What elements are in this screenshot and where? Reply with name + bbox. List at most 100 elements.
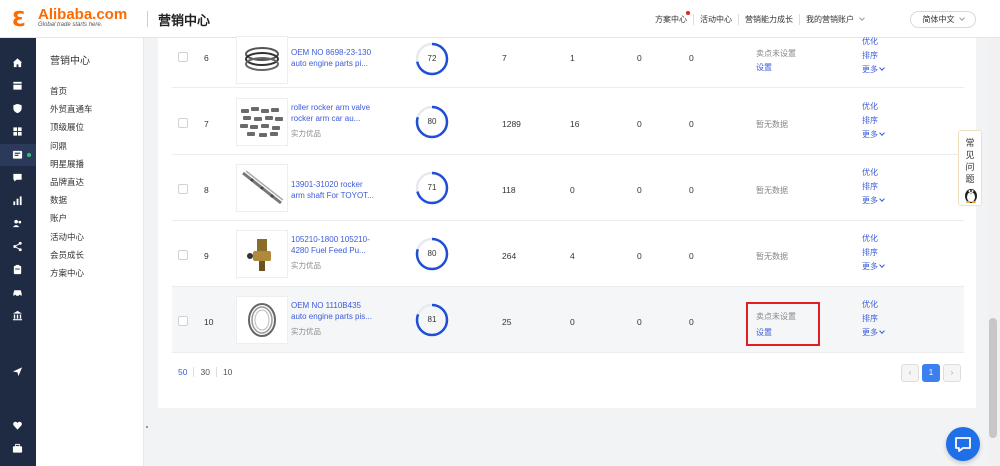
shield-icon[interactable] (12, 103, 23, 114)
row-checkbox[interactable] (178, 250, 188, 260)
bank-icon[interactable] (12, 310, 23, 321)
strength-badge: 实力优品 (291, 261, 321, 270)
sort-link[interactable]: 排序 (862, 49, 884, 63)
more-dropdown[interactable]: 更多 (862, 194, 885, 208)
product-title-link[interactable]: roller rocker arm valve rocker arm car a… (291, 102, 375, 124)
chevron-down-icon (879, 130, 885, 136)
optimize-link[interactable]: 优化 (862, 166, 884, 180)
product-thumbnail[interactable] (236, 164, 288, 212)
next-page-button[interactable]: › (943, 364, 961, 382)
selling-point-status: 暂无数据 (756, 186, 788, 195)
cell-value: 0 (689, 53, 694, 63)
chat-support-button[interactable] (946, 427, 980, 461)
cell-value: 118 (502, 185, 516, 195)
more-dropdown[interactable]: 更多 (862, 63, 885, 77)
cell-value: 7 (502, 53, 507, 63)
logo-mark-icon: Ɛ (12, 6, 26, 31)
sort-link[interactable]: 排序 (862, 180, 884, 194)
optimize-link[interactable]: 优化 (862, 232, 884, 246)
logo-tagline: Global trade starts here. (38, 22, 103, 28)
prev-page-button[interactable]: ‹ (901, 364, 919, 382)
sort-link[interactable]: 排序 (862, 312, 884, 326)
cell-value: 0 (689, 185, 694, 195)
selling-point-status: 暂无数据 (756, 252, 788, 261)
product-title-link[interactable]: 13901-31020 rocker arm shaft For TOYOT..… (291, 179, 375, 201)
menu-item-member-growth[interactable]: 会员成长 (50, 246, 93, 264)
menu-item-home[interactable]: 首页 (50, 82, 93, 100)
cell-value: 4 (570, 251, 575, 261)
menu-item-wending[interactable]: 问鼎 (50, 137, 93, 155)
share-icon[interactable] (12, 241, 23, 252)
row-index: 6 (204, 53, 209, 63)
send-icon[interactable] (12, 366, 23, 377)
product-thumbnail[interactable] (236, 36, 288, 84)
cell-value: 264 (502, 251, 517, 261)
product-thumbnail[interactable] (236, 296, 288, 344)
cell-value: 0 (637, 185, 642, 195)
page-size-option[interactable]: 30 (193, 367, 215, 377)
menu-item-account[interactable]: 账户 (50, 209, 93, 227)
product-title-link[interactable]: 105210-1800 105210-4280 Fuel Feed Pu... (291, 234, 375, 256)
heart-icon[interactable] (12, 420, 23, 431)
row-actions: 优化 排序 更多 (862, 35, 885, 77)
briefcase-icon[interactable] (12, 443, 23, 454)
more-dropdown[interactable]: 更多 (862, 326, 885, 340)
side-menu: 营销中心 首页 外贸直通车 顶级展位 问鼎 明星展播 品牌直达 数据 账户 活动… (36, 38, 144, 466)
table-row: 7 roller rocker arm valve rocker arm car… (172, 89, 964, 155)
menu-item-p4p[interactable]: 外贸直通车 (50, 100, 93, 118)
optimize-link[interactable]: 优化 (862, 298, 884, 312)
row-checkbox[interactable] (178, 52, 188, 62)
store-icon[interactable] (12, 80, 23, 91)
menu-item-activity-center[interactable]: 活动中心 (50, 228, 93, 246)
cell-value: 0 (689, 119, 694, 129)
row-index: 10 (204, 317, 214, 327)
home-icon[interactable] (12, 57, 23, 68)
faq-widget[interactable]: 常见问题 (958, 130, 982, 206)
scrollbar-thumb[interactable] (989, 318, 997, 438)
faq-label: 常见问题 (965, 138, 975, 184)
sort-link[interactable]: 排序 (862, 114, 884, 128)
quality-score-ring: 80 (415, 105, 449, 139)
chat-icon[interactable] (12, 172, 23, 183)
menu-item-data[interactable]: 数据 (50, 191, 93, 209)
set-selling-point-link[interactable]: 设置 (756, 327, 772, 338)
grid-icon[interactable] (12, 126, 23, 137)
menu-item-solution-center[interactable]: 方案中心 (50, 264, 93, 282)
menu-item-brand-direct[interactable]: 品牌直达 (50, 173, 93, 191)
product-title-link[interactable]: OEM NO 8698-23-130 auto engine parts pi.… (291, 47, 375, 69)
car-icon[interactable] (12, 287, 23, 298)
set-selling-point-link[interactable]: 设置 (756, 62, 772, 73)
row-checkbox[interactable] (178, 316, 188, 326)
row-index: 7 (204, 119, 209, 129)
page-size-option[interactable]: 50 (178, 367, 193, 377)
sort-link[interactable]: 排序 (862, 246, 884, 260)
row-checkbox[interactable] (178, 118, 188, 128)
chart-icon[interactable] (12, 195, 23, 206)
alibaba-logo[interactable]: Ɛ Alibaba.com Global trade starts here. (12, 6, 127, 31)
menu-item-star-showcase[interactable]: 明星展播 (50, 155, 93, 173)
product-title-link[interactable]: OEM NO 1110B435 auto engine parts pis... (291, 300, 375, 322)
users-icon[interactable] (12, 218, 23, 229)
cell-value: 1 (570, 53, 575, 63)
more-dropdown[interactable]: 更多 (862, 260, 885, 274)
icon-rail (0, 38, 36, 466)
strength-badge: 实力优品 (291, 129, 321, 138)
product-thumbnail[interactable] (236, 230, 288, 278)
row-checkbox[interactable] (178, 184, 188, 194)
quality-score-value: 80 (427, 117, 437, 126)
page-button-current[interactable]: 1 (922, 364, 940, 382)
product-thumbnail[interactable] (236, 98, 288, 146)
optimize-link[interactable]: 优化 (862, 35, 884, 49)
marketing-icon[interactable] (12, 149, 23, 160)
chevron-down-icon (859, 15, 865, 21)
optimize-link[interactable]: 优化 (862, 100, 884, 114)
row-actions: 优化 排序 更多 (862, 298, 885, 340)
row-actions: 优化 排序 更多 (862, 232, 885, 274)
more-dropdown[interactable]: 更多 (862, 128, 885, 142)
chevron-down-icon (879, 262, 885, 268)
clipboard-icon[interactable] (12, 264, 23, 275)
menu-item-top-booth[interactable]: 顶级展位 (50, 118, 93, 136)
page-size-option[interactable]: 10 (215, 367, 238, 377)
cell-value: 0 (637, 119, 642, 129)
quality-score-value: 80 (427, 249, 437, 258)
